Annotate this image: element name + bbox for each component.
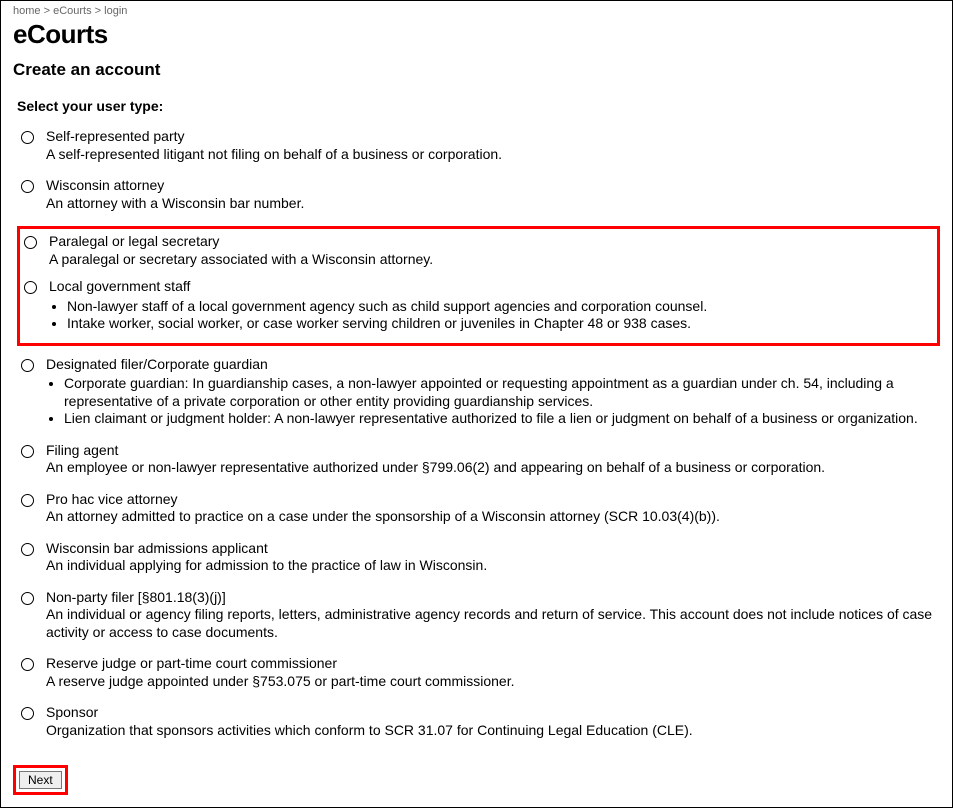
option-title: Paralegal or legal secretary: [49, 233, 433, 251]
breadcrumb-item[interactable]: eCourts: [53, 5, 92, 17]
option-desc: An employee or non-lawyer representative…: [46, 459, 825, 477]
option-desc: An individual or agency filing reports, …: [46, 606, 940, 641]
breadcrumb-item[interactable]: login: [104, 5, 127, 17]
radio-designated-filer[interactable]: [21, 359, 34, 372]
option-label: Self-represented party A self-represente…: [46, 128, 502, 163]
radio-sponsor[interactable]: [21, 707, 34, 720]
option-label: Designated filer/Corporate guardian Corp…: [46, 356, 940, 428]
breadcrumb-sep: >: [41, 5, 54, 17]
option-label: Sponsor Organization that sponsors activ…: [46, 704, 693, 739]
option-pro-hac-vice[interactable]: Pro hac vice attorney An attorney admitt…: [21, 491, 940, 526]
option-bullet: Non-lawyer staff of a local government a…: [67, 298, 707, 316]
user-type-options: Self-represented party A self-represente…: [13, 128, 940, 739]
option-desc: An individual applying for admission to …: [46, 557, 487, 575]
radio-local-government[interactable]: [24, 281, 37, 294]
radio-non-party-filer[interactable]: [21, 592, 34, 605]
option-desc: Organization that sponsors activities wh…: [46, 722, 693, 740]
option-bullets: Non-lawyer staff of a local government a…: [67, 298, 707, 333]
option-label: Filing agent An employee or non-lawyer r…: [46, 442, 825, 477]
radio-self-represented[interactable]: [21, 131, 34, 144]
option-label: Wisconsin attorney An attorney with a Wi…: [46, 177, 304, 212]
radio-wisconsin-attorney[interactable]: [21, 180, 34, 193]
option-non-party-filer[interactable]: Non-party filer [§801.18(3)(j)] An indiv…: [21, 589, 940, 642]
option-paralegal[interactable]: Paralegal or legal secretary A paralegal…: [24, 233, 933, 268]
option-bullet: Lien claimant or judgment holder: A non-…: [64, 410, 940, 428]
option-designated-filer[interactable]: Designated filer/Corporate guardian Corp…: [21, 356, 940, 428]
option-title: Pro hac vice attorney: [46, 491, 720, 509]
option-self-represented[interactable]: Self-represented party A self-represente…: [21, 128, 940, 163]
option-title: Filing agent: [46, 442, 825, 460]
sub-title: Create an account: [13, 60, 940, 80]
option-reserve-judge[interactable]: Reserve judge or part-time court commiss…: [21, 655, 940, 690]
option-label: Wisconsin bar admissions applicant An in…: [46, 540, 487, 575]
option-wisconsin-attorney[interactable]: Wisconsin attorney An attorney with a Wi…: [21, 177, 940, 212]
next-button-highlight: Next: [13, 765, 68, 795]
radio-reserve-judge[interactable]: [21, 658, 34, 671]
option-filing-agent[interactable]: Filing agent An employee or non-lawyer r…: [21, 442, 940, 477]
highlight-box: Paralegal or legal secretary A paralegal…: [17, 226, 940, 346]
breadcrumb-item[interactable]: home: [13, 5, 41, 17]
option-desc: A paralegal or secretary associated with…: [49, 251, 433, 269]
option-title: Designated filer/Corporate guardian: [46, 356, 940, 374]
option-bar-admission[interactable]: Wisconsin bar admissions applicant An in…: [21, 540, 940, 575]
radio-paralegal[interactable]: [24, 236, 37, 249]
option-title: Sponsor: [46, 704, 693, 722]
page-title: eCourts: [13, 19, 940, 50]
option-desc: A self-represented litigant not filing o…: [46, 146, 502, 164]
option-title: Self-represented party: [46, 128, 502, 146]
option-local-government[interactable]: Local government staff Non-lawyer staff …: [24, 278, 933, 333]
breadcrumb-sep: >: [92, 5, 105, 17]
option-sponsor[interactable]: Sponsor Organization that sponsors activ…: [21, 704, 940, 739]
option-title: Wisconsin attorney: [46, 177, 304, 195]
option-desc: An attorney admitted to practice on a ca…: [46, 508, 720, 526]
option-label: Reserve judge or part-time court commiss…: [46, 655, 515, 690]
option-bullet: Corporate guardian: In guardianship case…: [64, 375, 940, 410]
option-label: Paralegal or legal secretary A paralegal…: [49, 233, 433, 268]
option-label: Pro hac vice attorney An attorney admitt…: [46, 491, 720, 526]
option-title: Reserve judge or part-time court commiss…: [46, 655, 515, 673]
option-label: Local government staff Non-lawyer staff …: [49, 278, 707, 333]
option-title: Local government staff: [49, 278, 707, 296]
radio-bar-admission[interactable]: [21, 543, 34, 556]
radio-pro-hac-vice[interactable]: [21, 494, 34, 507]
option-title: Wisconsin bar admissions applicant: [46, 540, 487, 558]
option-label: Non-party filer [§801.18(3)(j)] An indiv…: [46, 589, 940, 642]
option-title: Non-party filer [§801.18(3)(j)]: [46, 589, 940, 607]
option-desc: A reserve judge appointed under §753.075…: [46, 673, 515, 691]
breadcrumb: home > eCourts > login: [13, 5, 940, 17]
option-bullet: Intake worker, social worker, or case wo…: [67, 315, 707, 333]
option-bullets: Corporate guardian: In guardianship case…: [64, 375, 940, 428]
radio-filing-agent[interactable]: [21, 445, 34, 458]
option-desc: An attorney with a Wisconsin bar number.: [46, 195, 304, 213]
section-label: Select your user type:: [17, 98, 940, 114]
